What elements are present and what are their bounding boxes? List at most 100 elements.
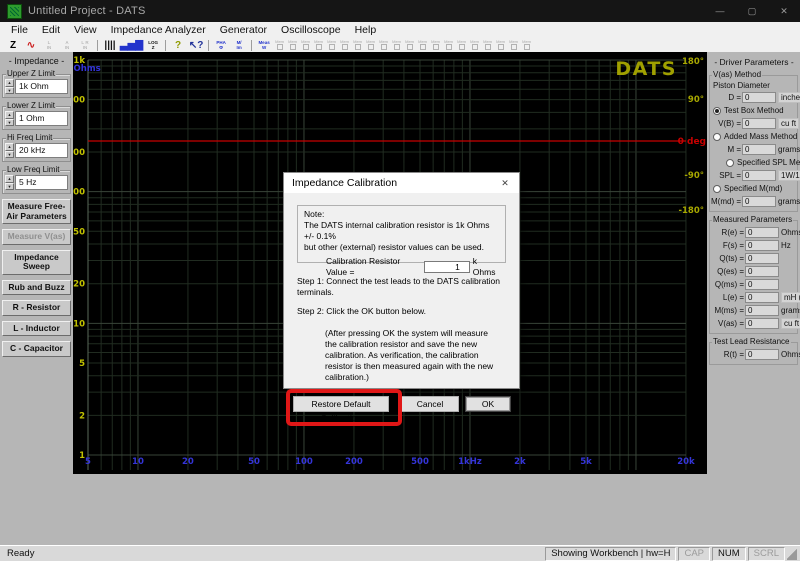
svg-text:500: 500: [73, 96, 85, 106]
spinner-down-icon[interactable]: ▼: [5, 183, 14, 191]
log-z-button[interactable]: LOGZ: [145, 39, 161, 52]
magnitude-im-button[interactable]: M/Im: [231, 39, 247, 52]
histogram-icon: ▃▅▇: [120, 39, 143, 52]
m-input[interactable]: 0: [742, 144, 776, 155]
field-label: M(ms) =: [711, 306, 744, 315]
field-m-md: M(md) =0grams: [711, 195, 797, 208]
spectrum-bars-button[interactable]: ||||: [102, 39, 118, 52]
button-measure-free-air-parameters[interactable]: Measure Free-Air Parameters: [2, 199, 71, 224]
l-e-input[interactable]: 0: [745, 292, 779, 303]
svg-text:2k: 2k: [514, 457, 526, 467]
spinner-up-icon[interactable]: ▲: [5, 111, 14, 119]
minimize-button[interactable]: —: [704, 0, 736, 22]
spinner-up-icon[interactable]: ▲: [5, 79, 14, 87]
spinner-down-icon[interactable]: ▼: [5, 151, 14, 159]
radio-specified-m-md[interactable]: Specified M(md): [711, 182, 797, 195]
memory-slot-icon: [277, 44, 283, 50]
memory-10-button: Mem: [391, 39, 403, 52]
maximize-button[interactable]: ▢: [736, 0, 768, 22]
menu-generator[interactable]: Generator: [213, 24, 274, 36]
unit-label: Ohms: [781, 350, 800, 359]
radio-added-mass-method[interactable]: Added Mass Method: [711, 130, 797, 143]
close-button[interactable]: ✕: [768, 0, 800, 22]
menu-impedance-analyzer[interactable]: Impedance Analyzer: [104, 24, 213, 36]
f-s-input[interactable]: 0: [745, 240, 779, 251]
q-es-input[interactable]: 0: [745, 266, 779, 277]
q-ms-input[interactable]: 0: [745, 279, 779, 290]
radio-label: Specified SPL Method: [737, 158, 800, 167]
memory-9-button: Mem: [378, 39, 390, 52]
upper-z-limit-group: Upper Z Limit▲▼1k Ohm: [2, 74, 71, 98]
field-label: V(B) =: [711, 119, 741, 128]
q-ts-input[interactable]: 0: [745, 253, 779, 264]
ok-button[interactable]: OK: [465, 396, 511, 412]
svg-text:5k: 5k: [580, 457, 592, 467]
button-l-inductor[interactable]: L - Inductor: [2, 321, 71, 337]
impedance-calibration-dialog: Impedance Calibration ✕ Note: The DATS i…: [283, 172, 520, 389]
memory-2-button: Mem: [287, 39, 299, 52]
upper-z-limit-input[interactable]: 1k Ohm: [15, 79, 68, 94]
memory-slot-icon: [407, 44, 413, 50]
menu-view[interactable]: View: [67, 24, 104, 36]
memory-5-button: Mem: [326, 39, 338, 52]
low-freq-limit-label: Low Freq Limit: [6, 165, 60, 174]
field-label: V(as) =: [711, 319, 744, 328]
calibration-resistor-input[interactable]: 1: [424, 261, 470, 273]
menu-file[interactable]: File: [4, 24, 35, 36]
spinner-down-icon[interactable]: ▼: [5, 119, 14, 127]
phase-icon: PHAΦ: [216, 40, 226, 50]
spinner-up-icon[interactable]: ▲: [5, 175, 14, 183]
dialog-buttons: Restore Default Calibration Cancel OK: [293, 396, 507, 414]
stereo-input-icon: L RIN: [81, 40, 88, 50]
dialog-close-icon[interactable]: ✕: [491, 178, 519, 189]
unit-label: 1W/1m: [778, 170, 800, 181]
impedance-z-button[interactable]: Z: [5, 39, 21, 52]
lower-z-limit-spinner[interactable]: ▲▼: [5, 111, 14, 126]
memory-slot-icon: [446, 44, 452, 50]
hi-freq-limit-spinner[interactable]: ▲▼: [5, 143, 14, 158]
radio-test-box-method[interactable]: Test Box Method: [711, 104, 797, 117]
r-t-input[interactable]: 0: [745, 349, 779, 360]
button-r-resistor[interactable]: R - Resistor: [2, 300, 71, 316]
restore-default-calibration-button[interactable]: Restore Default Calibration: [293, 396, 389, 412]
cancel-button[interactable]: Cancel: [401, 396, 459, 412]
measure-button[interactable]: MeasW: [256, 39, 272, 52]
note-groupbox: Note: The DATS internal calibration resi…: [297, 205, 506, 263]
d-input[interactable]: 0: [742, 92, 776, 103]
memory-slot-icon: [342, 44, 348, 50]
field-q-es: Q(es) =0: [711, 265, 797, 278]
v-b-input[interactable]: 0: [742, 118, 776, 129]
lower-z-limit-control: ▲▼1 Ohm: [5, 111, 68, 126]
low-freq-limit-input[interactable]: 5 Hz: [15, 175, 68, 190]
menu-help[interactable]: Help: [348, 24, 384, 36]
button-c-capacitor[interactable]: C - Capacitor: [2, 341, 71, 357]
svg-text:10: 10: [132, 457, 144, 467]
spl-input[interactable]: 0: [742, 170, 776, 181]
lower-z-limit-input[interactable]: 1 Ohm: [15, 111, 68, 126]
button-impedance-sweep[interactable]: Impedance Sweep: [2, 250, 71, 275]
resize-grip-icon[interactable]: [787, 548, 797, 560]
histogram-button[interactable]: ▃▅▇: [120, 39, 143, 52]
m-md-input[interactable]: 0: [742, 196, 776, 207]
upper-z-limit-spinner[interactable]: ▲▼: [5, 79, 14, 94]
menu-edit[interactable]: Edit: [35, 24, 67, 36]
memory-slot-icon: [524, 44, 530, 50]
stereo-input-button: L RIN: [77, 39, 93, 52]
memory-slot-icon: [303, 44, 309, 50]
m-ms-input[interactable]: 0: [745, 305, 779, 316]
spinner-down-icon[interactable]: ▼: [5, 87, 14, 95]
menu-oscilloscope[interactable]: Oscilloscope: [274, 24, 348, 36]
calibrate-help-button[interactable]: ?: [170, 39, 186, 52]
spinner-up-icon[interactable]: ▲: [5, 143, 14, 151]
radio-specified-spl-method[interactable]: Specified SPL Method: [724, 156, 797, 169]
phase-button[interactable]: PHAΦ: [213, 39, 229, 52]
impedance-panel: - Impedance - Upper Z Limit▲▼1k OhmLower…: [0, 52, 73, 545]
v-as-input[interactable]: 0: [745, 318, 779, 329]
hi-freq-limit-input[interactable]: 20 kHz: [15, 143, 68, 158]
context-help-button[interactable]: ↖?: [188, 39, 204, 52]
r-e-input[interactable]: 0: [745, 227, 779, 238]
button-rub-and-buzz[interactable]: Rub and Buzz: [2, 280, 71, 296]
generator-sine-button[interactable]: ∿: [23, 39, 39, 52]
field-label: R(e) =: [711, 228, 744, 237]
low-freq-limit-spinner[interactable]: ▲▼: [5, 175, 14, 190]
